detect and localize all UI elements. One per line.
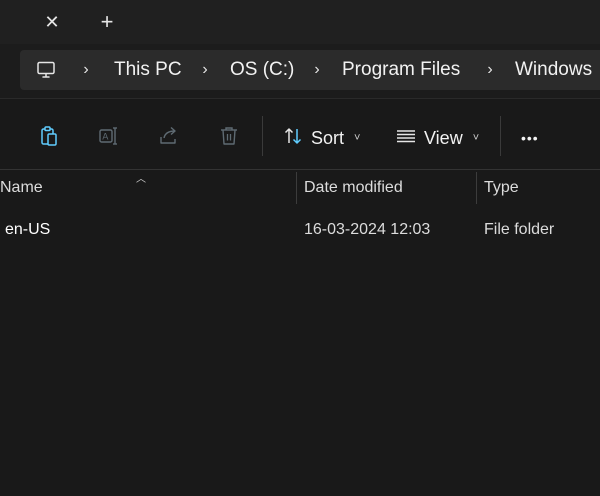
chevron-down-icon: ˅: [354, 132, 361, 144]
file-date-modified: 16-03-2024 12:03: [304, 221, 431, 238]
column-header-name[interactable]: Name: [0, 178, 43, 198]
svg-text:A: A: [102, 133, 109, 143]
toolbar-separator: [262, 116, 263, 156]
file-type: File folder: [484, 221, 555, 238]
breadcrumb-chevron-icon[interactable]: ›: [310, 60, 324, 80]
column-resize-handle[interactable]: [296, 172, 297, 204]
breadcrumb-os-c[interactable]: OS (C:): [230, 58, 294, 82]
column-header-date-modified[interactable]: Date modified: [304, 178, 403, 198]
sort-ascending-icon: ︿: [136, 174, 146, 185]
more-options-button[interactable]: •••: [521, 124, 539, 152]
breadcrumb-program-files[interactable]: Program Files: [342, 58, 460, 82]
breadcrumb-chevron-icon[interactable]: ›: [198, 60, 212, 80]
rename-icon[interactable]: A: [97, 124, 121, 148]
sort-icon: [283, 126, 303, 151]
more-icon: •••: [521, 130, 539, 146]
breadcrumb-this-pc[interactable]: This PC: [114, 58, 182, 82]
file-name[interactable]: en-US: [5, 220, 50, 240]
breadcrumb-chevron-icon[interactable]: ›: [483, 60, 497, 80]
sort-label: Sort: [311, 128, 345, 148]
delete-icon[interactable]: [217, 124, 241, 148]
view-label: View: [424, 128, 463, 148]
close-tab-icon[interactable]: ✕: [40, 10, 64, 34]
column-resize-handle[interactable]: [476, 172, 477, 204]
sort-button[interactable]: Sort ˅: [283, 124, 360, 152]
new-tab-icon[interactable]: +: [95, 9, 119, 34]
paste-icon[interactable]: [37, 124, 61, 148]
column-header-type[interactable]: Type: [484, 178, 519, 198]
view-button[interactable]: View ˅: [396, 124, 479, 152]
share-icon[interactable]: [157, 124, 181, 148]
breadcrumb-chevron-icon[interactable]: ›: [79, 60, 93, 80]
breadcrumb-windows[interactable]: Windows: [515, 58, 592, 82]
toolbar-separator: [500, 116, 501, 156]
monitor-icon[interactable]: [36, 60, 56, 80]
title-bar: [0, 0, 600, 44]
view-icon: [396, 126, 416, 151]
chevron-down-icon: ˅: [472, 132, 480, 144]
